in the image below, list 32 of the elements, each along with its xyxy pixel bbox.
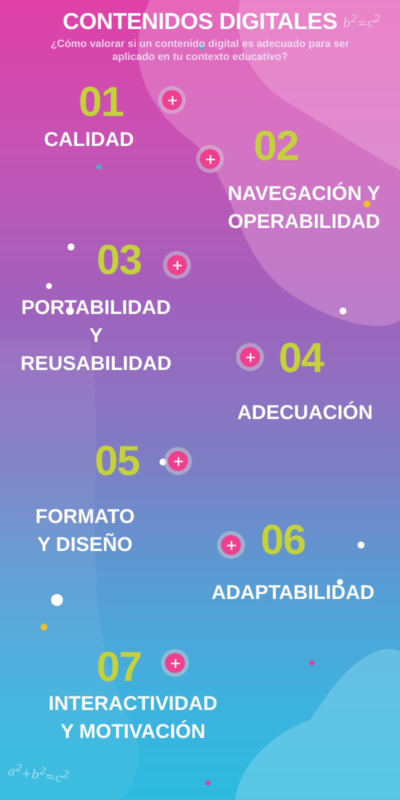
formula-doodle: a$^{2}$+b$^{2}$=c$^{2}$ <box>7 762 70 786</box>
plus-icon <box>168 96 176 104</box>
step-number: 01 <box>78 81 124 123</box>
plus-button[interactable] <box>161 649 189 677</box>
plus-icon <box>206 154 214 164</box>
step-label: ADECUACIÓN <box>237 400 373 426</box>
plus-button[interactable] <box>163 251 191 279</box>
plus-icon <box>172 260 182 270</box>
step-number: 05 <box>94 440 140 482</box>
step-label: PORTABILIDAD Y REUSABILIDAD <box>20 296 172 377</box>
plus-button[interactable] <box>196 145 224 173</box>
plus-icon <box>246 352 254 362</box>
step-label: ADAPTABILIDAD <box>212 581 374 606</box>
step-label: INTERACTIVIDAD Y MOTIVACIÓN <box>48 692 218 745</box>
plus-icon <box>174 456 182 466</box>
step-number: 06 <box>260 519 306 561</box>
step-label: FORMATO Y DISEÑO <box>35 505 135 558</box>
plus-button[interactable] <box>164 447 192 475</box>
poster-subtitle: ¿Cómo valorar si un contenido digital es adecuado para ser aplicado en tu contexto educativo? <box>50 38 350 64</box>
plus-button[interactable] <box>217 531 245 559</box>
plus-button[interactable] <box>236 343 264 371</box>
plus-button[interactable] <box>158 86 186 114</box>
step-number: 03 <box>96 239 142 281</box>
step-label: CALIDAD <box>44 128 134 153</box>
step-number: 07 <box>96 646 142 688</box>
step-number: 02 <box>254 125 298 167</box>
poster-title: CONTENIDOS DIGITALES <box>62 8 338 35</box>
step-label: NAVEGACIÓN Y OPERABILIDAD <box>228 181 380 235</box>
plus-icon <box>226 540 236 550</box>
formula-doodle: b$^{2}$=c$^{2}$ <box>343 14 380 30</box>
step-number: 04 <box>278 337 324 379</box>
plus-icon <box>170 658 180 668</box>
